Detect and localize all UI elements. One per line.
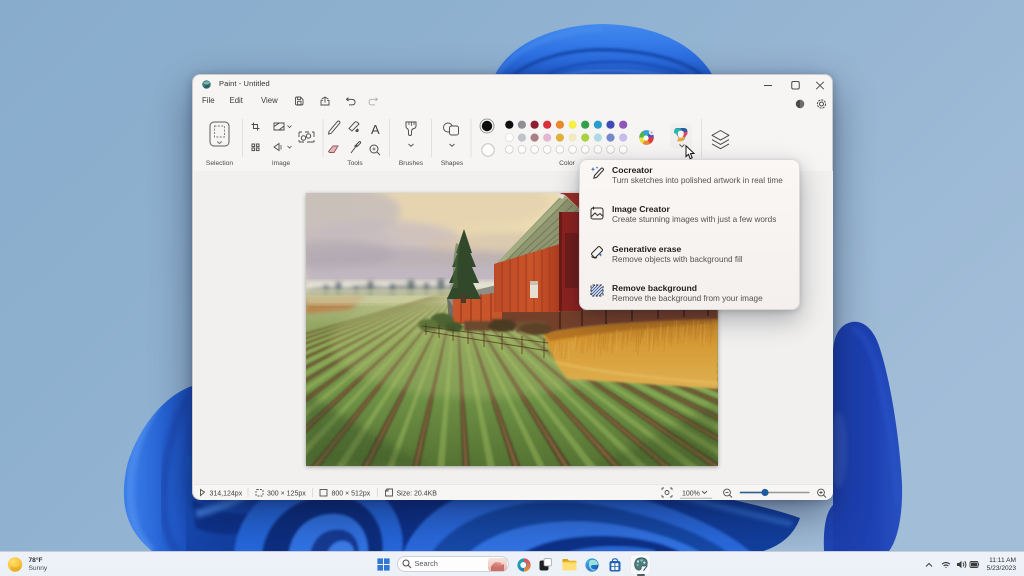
svg-text:Size: 20.4KB: Size: 20.4KB	[397, 491, 438, 498]
svg-text:314,124px: 314,124px	[210, 491, 243, 498]
svg-text:300 × 125px: 300 × 125px	[267, 491, 306, 498]
svg-text:800 × 512px: 800 × 512px	[332, 491, 371, 498]
svg-text:Tools: Tools	[347, 160, 363, 167]
svg-text:Selection: Selection	[206, 160, 233, 167]
svg-text:Shapes: Shapes	[441, 160, 464, 167]
svg-text:100%: 100%	[682, 491, 700, 498]
svg-text:Color: Color	[559, 160, 576, 167]
svg-text:Image: Image	[272, 160, 291, 167]
svg-text:A: A	[371, 122, 380, 137]
svg-text:Brushes: Brushes	[399, 160, 424, 167]
